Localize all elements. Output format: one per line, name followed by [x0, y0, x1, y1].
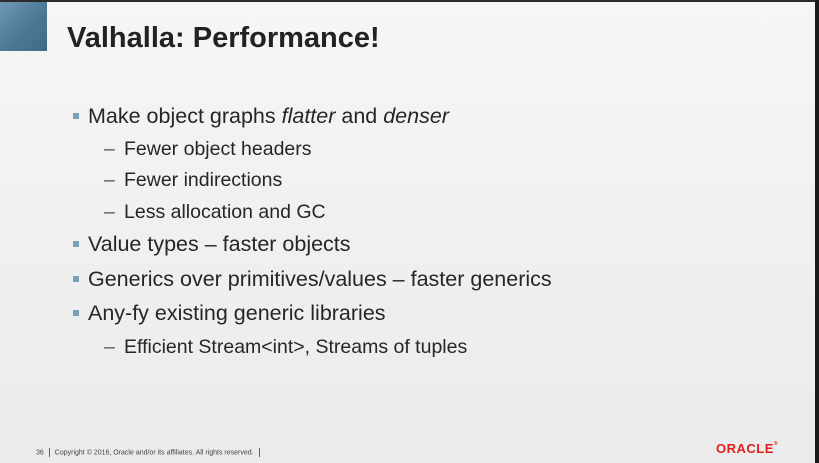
sub-item-text: Less allocation and GC	[124, 201, 326, 223]
square-bullet-icon	[73, 310, 79, 316]
oracle-logo-text: ORACLE	[716, 441, 774, 456]
bullet-item-1-text-a: Make object graphs	[88, 104, 282, 128]
oracle-logo: ORACLE®	[716, 441, 778, 456]
sub-item-1-2: – Fewer indirections	[104, 169, 282, 192]
slide: Valhalla: Performance! Make object graph…	[0, 0, 819, 463]
sub-item-1-1: – Fewer object headers	[104, 138, 312, 161]
bullet-item-2: Value types – faster objects	[73, 232, 351, 257]
bullet-item-2-text: Value types – faster objects	[88, 232, 351, 256]
sub-item-4-1: – Efficient Stream<int>, Streams of tuple…	[104, 336, 467, 359]
registered-mark: ®	[773, 441, 779, 447]
square-bullet-icon	[73, 276, 79, 282]
dash-bullet-icon: –	[104, 336, 115, 358]
bullet-item-4-text: Any-fy existing generic libraries	[88, 301, 386, 325]
dash-bullet-icon: –	[104, 138, 115, 160]
page-number: 36	[36, 449, 44, 457]
sub-item-text: Fewer indirections	[124, 169, 283, 191]
bullet-item-1-emphasis-flatter: flatter	[281, 104, 336, 128]
copyright-text: Copyright © 2016, Oracle and/or its affi…	[54, 449, 254, 457]
sub-item-text: Fewer object headers	[124, 138, 312, 160]
bullet-item-1-text-b: and	[335, 104, 384, 128]
bullet-item-3: Generics over primitives/values – faster…	[73, 267, 552, 292]
footer-divider	[48, 448, 50, 457]
square-bullet-icon	[73, 113, 79, 119]
sub-item-text: Efficient Stream<int>, Streams of tuples	[124, 336, 468, 358]
slide-footer: 36 Copyright © 2016, Oracle and/or its af…	[36, 448, 265, 457]
bullet-item-1: Make object graphs flatter and denser	[73, 104, 449, 129]
square-bullet-icon	[73, 241, 79, 247]
bullet-item-4: Any-fy existing generic libraries	[73, 301, 386, 326]
dash-bullet-icon: –	[104, 169, 115, 191]
dash-bullet-icon: –	[104, 201, 115, 223]
bullet-item-3-text: Generics over primitives/values – faster…	[88, 267, 552, 291]
bullet-item-1-emphasis-denser: denser	[383, 104, 449, 128]
footer-divider	[258, 448, 260, 457]
sub-item-1-3: – Less allocation and GC	[104, 201, 326, 224]
right-edge-bar	[815, 0, 819, 463]
bullet-list: Make object graphs flatter and denser – F…	[0, 0, 819, 463]
